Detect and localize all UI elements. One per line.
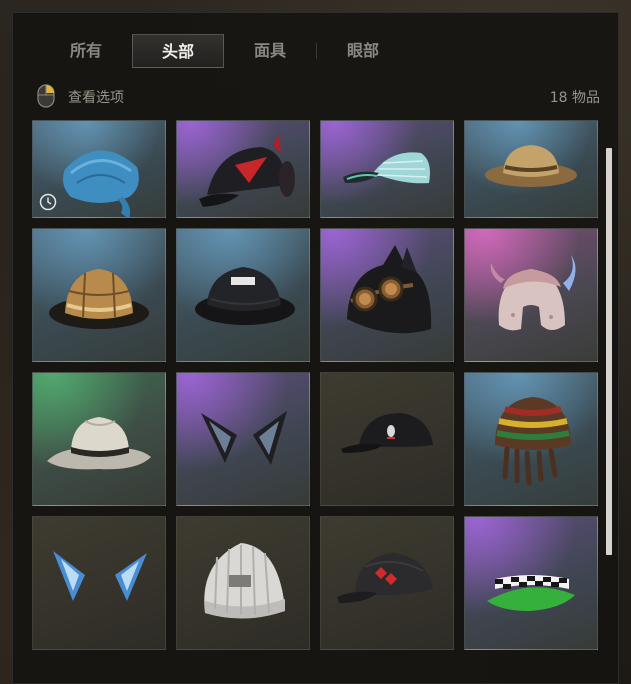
checkered-visor-icon xyxy=(487,575,575,611)
white-fedora-icon xyxy=(47,417,151,470)
blue-cat-ears-icon xyxy=(53,551,147,601)
tab-mask-label: 面具 xyxy=(253,41,286,60)
brown-bucket-hat-icon xyxy=(49,269,149,329)
item-tile-10[interactable] xyxy=(176,372,310,506)
item-tile-2[interactable] xyxy=(176,120,310,218)
tab-head[interactable]: 头部 xyxy=(132,34,224,68)
item-tile-15[interactable] xyxy=(320,516,454,650)
item-tile-4[interactable] xyxy=(464,120,598,218)
cat-ear-goggle-beanie-icon xyxy=(347,245,432,334)
sub-toolbar: 查看选项 18 物品 xyxy=(36,84,600,108)
item-tile-6[interactable] xyxy=(176,228,310,362)
item-tile-3[interactable] xyxy=(320,120,454,218)
item-tile-16[interactable] xyxy=(464,516,598,650)
tab-eyes-label: 眼部 xyxy=(346,41,379,60)
rasta-beanie-icon xyxy=(495,397,571,486)
item-tile-13[interactable] xyxy=(32,516,166,650)
item-tile-8[interactable] xyxy=(464,228,598,362)
tab-eyes[interactable]: 眼部 xyxy=(317,34,409,68)
item-tile-1[interactable] xyxy=(32,120,166,218)
black-cat-ears-icon xyxy=(201,411,287,465)
black-baseball-cap-icon xyxy=(341,413,433,453)
horned-trapper-hat-icon xyxy=(490,255,576,331)
black-bucket-hat-icon xyxy=(195,267,295,325)
black-red-cap-icon xyxy=(199,135,295,207)
category-tabs: 所有 头部 面具 眼部 xyxy=(40,34,409,68)
tab-all[interactable]: 所有 xyxy=(40,34,132,68)
item-tile-14[interactable] xyxy=(176,516,310,650)
tab-mask[interactable]: 面具 xyxy=(224,34,316,68)
dark-red-logo-cap-icon xyxy=(337,553,433,603)
item-grid xyxy=(32,120,598,650)
mouse-icon[interactable] xyxy=(36,84,56,108)
scrollbar-thumb[interactable] xyxy=(606,148,612,555)
item-tile-12[interactable] xyxy=(464,372,598,506)
item-tile-9[interactable] xyxy=(32,372,166,506)
striped-teal-cap-icon xyxy=(343,152,430,184)
tan-bucket-hat-icon xyxy=(485,145,577,187)
clock-icon xyxy=(39,193,57,211)
tab-head-label: 头部 xyxy=(161,42,194,61)
item-count: 18 物品 xyxy=(549,90,600,106)
item-tile-11[interactable] xyxy=(320,372,454,506)
item-tile-7[interactable] xyxy=(320,228,454,362)
view-options-label[interactable]: 查看选项 xyxy=(68,87,124,107)
tab-all-label: 所有 xyxy=(69,41,102,60)
white-knit-beanie-icon xyxy=(204,543,285,619)
scrollbar[interactable] xyxy=(606,148,612,555)
item-tile-5[interactable] xyxy=(32,228,166,362)
